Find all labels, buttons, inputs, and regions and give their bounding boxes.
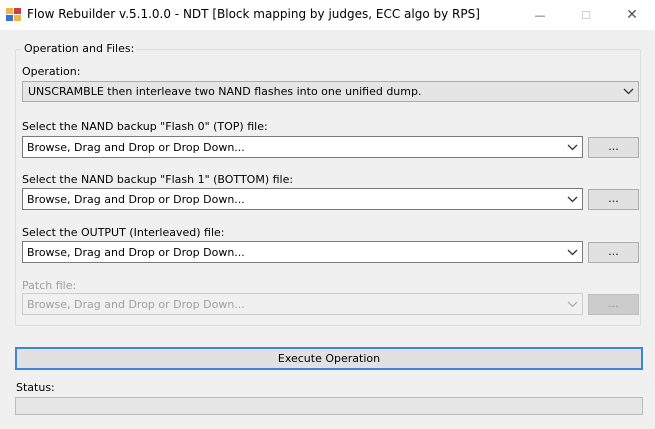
output-value: Browse, Drag and Drop or Drop Down... <box>27 246 245 259</box>
chevron-down-icon <box>623 85 634 100</box>
operation-select[interactable]: UNSCRAMBLE then interleave two NAND flas… <box>22 81 639 102</box>
output-browse-button[interactable]: ... <box>588 242 639 263</box>
close-icon: ✕ <box>626 7 638 23</box>
chevron-down-icon[interactable] <box>567 141 578 156</box>
window-title: Flow Rebuilder v.5.1.0.0 - NDT [Block ma… <box>27 7 480 21</box>
status-progress-bar <box>15 397 643 415</box>
operation-label: Operation: <box>22 65 81 78</box>
chevron-down-icon[interactable] <box>567 246 578 261</box>
flash1-browse-button[interactable]: ... <box>588 189 639 210</box>
output-combo[interactable]: Browse, Drag and Drop or Drop Down... <box>22 241 583 263</box>
status-label: Status: <box>16 381 55 394</box>
flash1-combo[interactable]: Browse, Drag and Drop or Drop Down... <box>22 188 583 210</box>
flash1-label: Select the NAND backup "Flash 1" (BOTTOM… <box>22 173 294 186</box>
group-legend: Operation and Files: <box>22 42 137 55</box>
patch-browse-button: ... <box>588 294 639 315</box>
patch-label: Patch file: <box>22 279 77 292</box>
patch-combo: Browse, Drag and Drop or Drop Down... <box>22 293 583 315</box>
flash1-value: Browse, Drag and Drop or Drop Down... <box>27 193 245 206</box>
output-label: Select the OUTPUT (Interleaved) file: <box>22 226 225 239</box>
minimize-icon: — <box>534 8 546 22</box>
title-bar: Flow Rebuilder v.5.1.0.0 - NDT [Block ma… <box>0 0 655 30</box>
flash0-label: Select the NAND backup "Flash 0" (TOP) f… <box>22 120 268 133</box>
flash0-value: Browse, Drag and Drop or Drop Down... <box>27 141 245 154</box>
patch-value: Browse, Drag and Drop or Drop Down... <box>27 298 245 311</box>
execute-operation-button[interactable]: Execute Operation <box>15 347 643 370</box>
maximize-button: ☐ <box>563 0 609 30</box>
chevron-down-icon <box>567 298 578 313</box>
flash0-combo[interactable]: Browse, Drag and Drop or Drop Down... <box>22 136 583 158</box>
minimize-button[interactable]: — <box>517 0 563 30</box>
close-button[interactable]: ✕ <box>609 0 655 30</box>
flash0-browse-button[interactable]: ... <box>588 137 639 158</box>
maximize-icon: ☐ <box>581 8 591 22</box>
chevron-down-icon[interactable] <box>567 193 578 208</box>
app-icon[interactable] <box>6 8 22 22</box>
operation-value: UNSCRAMBLE then interleave two NAND flas… <box>28 85 422 98</box>
